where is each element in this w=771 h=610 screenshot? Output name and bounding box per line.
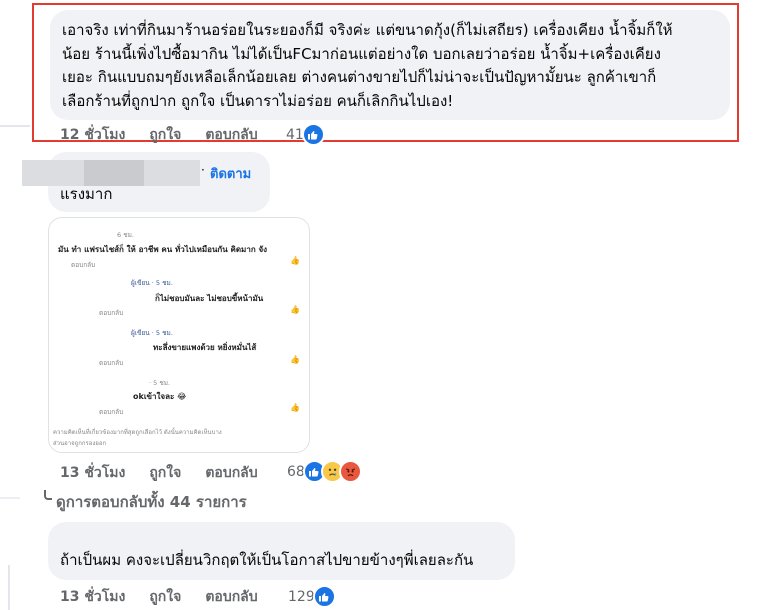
- image-author: ผู้เขียน · 5 ชม.: [131, 279, 173, 287]
- like-button[interactable]: ถูกใจ: [149, 124, 181, 146]
- like-reaction-icon: [312, 585, 336, 608]
- image-footer: ส่วนอาจถูกกรองออก: [53, 440, 107, 447]
- highlight-box: [32, 3, 739, 142]
- image-reply: ตอบกลับ: [99, 309, 124, 317]
- image-comment: okเข้าใจละ 😂: [133, 392, 187, 401]
- image-comment: มัน ทำ แฟรนไชส์ก็ ให้ อาชีพ คน ทั่วไปเหม…: [58, 245, 268, 254]
- image-reply: ตอบกลับ: [99, 408, 124, 416]
- thread-line: [0, 497, 20, 499]
- image-comment: ทะลึ่งขายแพงด้วย หยิ่งหมั่นไส้: [153, 343, 257, 352]
- image-like-icon: 👍: [290, 305, 300, 314]
- reply-button[interactable]: ตอบกลับ: [205, 462, 257, 484]
- thread-line: [0, 125, 30, 127]
- reaction-summary[interactable]: 41: [286, 123, 325, 146]
- image-like-icon: 👍: [290, 355, 300, 364]
- reply-arrow-icon: [44, 490, 52, 500]
- image-comment: ก็ไม่ชอบมันละ ไม่ชอบขี้หน้ามัน: [155, 294, 264, 303]
- reaction-summary[interactable]: 129: [288, 585, 336, 608]
- reply-button[interactable]: ตอบกลับ: [205, 586, 257, 608]
- comment-actions: 12 ชั่วโมง ถูกใจ ตอบกลับ: [60, 124, 282, 146]
- thread-line: [8, 565, 10, 610]
- image-like-icon: 👍: [290, 256, 300, 265]
- reaction-summary[interactable]: 68: [287, 460, 362, 483]
- like-reaction-icon: [301, 123, 325, 146]
- timestamp[interactable]: 13 ชั่วโมง: [60, 586, 125, 608]
- image-time: · 5 ชม.: [149, 379, 171, 387]
- view-all-replies-link[interactable]: ดูการตอบกลับทั้ง 44 รายการ: [56, 490, 247, 514]
- image-like-icon: 👍: [290, 403, 300, 412]
- timestamp[interactable]: 13 ชั่วโมง: [60, 462, 125, 484]
- comment-actions: 13 ชั่วโมง ถูกใจ ตอบกลับ: [60, 462, 282, 484]
- attached-screenshot-image[interactable]: 6 ชม. มัน ทำ แฟรนไชส์ก็ ให้ อาชีพ คน ทั่…: [48, 217, 310, 453]
- image-reply: ตอบกลับ: [99, 359, 124, 367]
- image-footer: ความคิดเห็นที่เกี่ยวข้องมากที่สุดถูกเลือ…: [53, 429, 222, 436]
- like-button[interactable]: ถูกใจ: [149, 462, 181, 484]
- image-author: ผู้เขียน · 5 ชม.: [131, 329, 173, 337]
- image-time: 6 ชม.: [117, 231, 134, 239]
- reaction-count: 129: [288, 588, 315, 605]
- dot-separator: ·: [201, 163, 205, 177]
- follow-link[interactable]: ติดตาม: [210, 163, 251, 184]
- image-reply: ตอบกลับ: [71, 261, 96, 269]
- comment-actions: 13 ชั่วโมง ถูกใจ ตอบกลับ: [60, 586, 282, 608]
- comment-text: ถ้าเป็นผม คงจะเปลี่ยนวิกฤตให้เป็นโอกาสไป…: [60, 551, 474, 569]
- comment-text: แรงมาก: [60, 185, 113, 203]
- timestamp[interactable]: 12 ชั่วโมง: [60, 124, 125, 146]
- angry-reaction-icon: [338, 460, 362, 483]
- like-button[interactable]: ถูกใจ: [149, 586, 181, 608]
- reply-button[interactable]: ตอบกลับ: [205, 124, 257, 146]
